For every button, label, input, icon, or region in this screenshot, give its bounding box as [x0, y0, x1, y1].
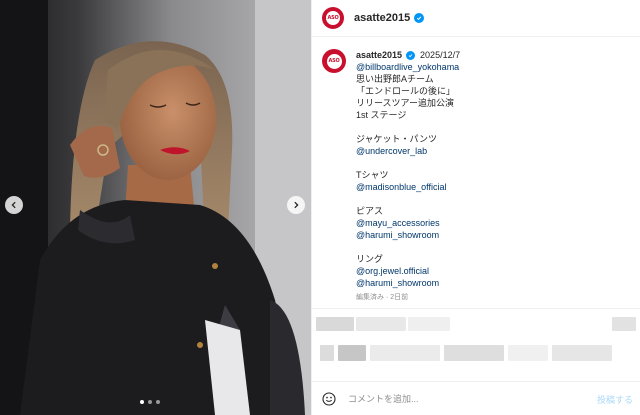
caption-line: 思い出野郎Aチーム	[356, 74, 434, 84]
comment-composer: 投稿する	[312, 381, 640, 415]
caption-line: ピアス	[356, 206, 384, 216]
carousel-next-button[interactable]	[287, 196, 305, 214]
post-side-panel: ASO asatte2015 ASO asatte2015 2025/12/7 …	[311, 0, 640, 415]
avatar[interactable]: ASO	[322, 7, 344, 29]
post-dialog: ASO asatte2015 ASO asatte2015 2025/12/7 …	[0, 0, 640, 415]
caption-mention-link[interactable]: @undercover_lab	[356, 145, 460, 157]
verified-badge-icon	[414, 13, 425, 23]
caption-mention-link[interactable]: @harumi_showroom	[356, 277, 460, 289]
blurred-block	[552, 345, 612, 361]
emoji-icon[interactable]	[322, 391, 336, 406]
blurred-block	[508, 345, 548, 361]
post-caption: ASO asatte2015 2025/12/7 @billboardlive_…	[312, 37, 640, 304]
blurred-block	[408, 317, 450, 331]
carousel-dot	[140, 400, 144, 404]
avatar-logo-text: ASO	[328, 58, 340, 64]
blurred-block	[356, 317, 406, 331]
caption-line: ジャケット・パンツ	[356, 134, 438, 144]
carousel-dot	[148, 400, 152, 404]
chevron-left-icon	[11, 201, 16, 209]
carousel-prev-button[interactable]	[5, 196, 23, 214]
caption-mention-link[interactable]: @mayu_accessories	[356, 217, 460, 229]
blurred-block	[444, 345, 504, 361]
caption-mention-link[interactable]: @billboardlive_yokohama	[356, 61, 460, 73]
caption-line: Tシャツ	[356, 170, 389, 180]
avatar-logo-text: ASO	[327, 15, 339, 21]
post-comment-button[interactable]: 投稿する	[597, 393, 633, 406]
caption-line	[356, 121, 460, 133]
caption-line: リリースツアー追加公演	[356, 98, 455, 108]
post-photo	[0, 0, 311, 415]
caption-line	[356, 241, 460, 253]
comment-input[interactable]	[348, 393, 578, 404]
caption-line: 「エンドロールの後に」	[356, 86, 456, 96]
blurred-block	[316, 317, 354, 331]
blurred-block	[370, 345, 440, 361]
caption-line: 1st ステージ	[356, 110, 407, 120]
caption-body: asatte2015 2025/12/7 @billboardlive_yoko…	[356, 49, 460, 304]
caption-date[interactable]: 2025/12/7	[420, 49, 460, 61]
verified-badge-icon	[406, 50, 416, 60]
caption-text: @billboardlive_yokohama 思い出野郎Aチーム「エンドロールの…	[356, 61, 460, 289]
caption-line: リング	[356, 254, 384, 264]
caption-username[interactable]: asatte2015	[356, 49, 402, 61]
blurred-block	[612, 317, 636, 331]
caption-mention-link[interactable]: @madisonblue_official	[356, 181, 460, 193]
caption-line	[356, 157, 460, 169]
caption-mention-link[interactable]: @harumi_showroom	[356, 229, 460, 241]
post-header: ASO asatte2015	[312, 0, 640, 37]
post-media[interactable]	[0, 0, 311, 415]
chevron-right-icon	[294, 201, 299, 209]
caption-mention-link[interactable]: @org.jewel.official	[356, 265, 460, 277]
blurred-block	[338, 345, 366, 361]
caption-avatar[interactable]: ASO	[322, 49, 346, 73]
header-username[interactable]: asatte2015	[354, 12, 410, 24]
carousel-dots	[140, 400, 160, 404]
blurred-block	[320, 345, 334, 361]
caption-meta: 編集済み · 2日前	[356, 294, 409, 301]
blurred-comments	[312, 309, 640, 379]
carousel-dot	[156, 400, 160, 404]
caption-line	[356, 193, 460, 205]
